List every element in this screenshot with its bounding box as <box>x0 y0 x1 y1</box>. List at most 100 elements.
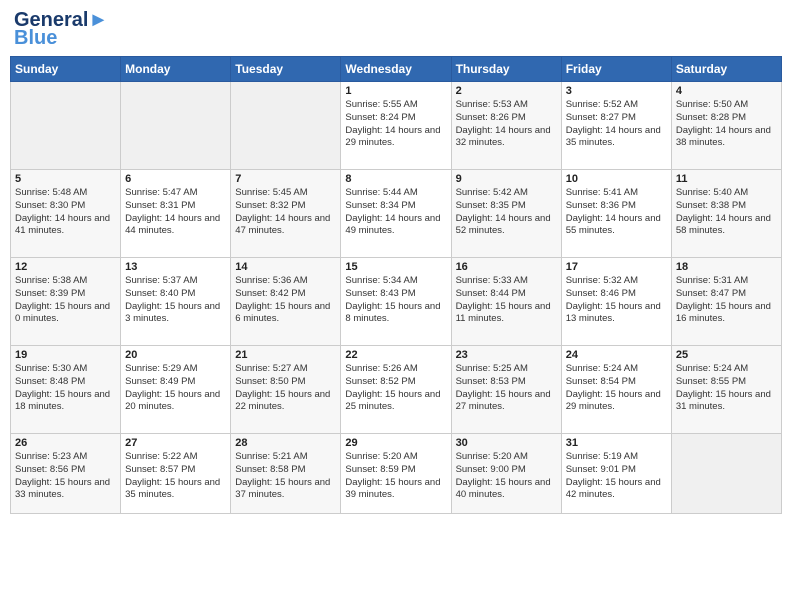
day-info: Sunrise: 5:42 AMSunset: 8:35 PMDaylight:… <box>456 187 557 238</box>
calendar-week-1: 1Sunrise: 5:55 AMSunset: 8:24 PMDaylight… <box>11 82 782 170</box>
calendar-header-monday: Monday <box>121 57 231 82</box>
calendar-cell: 2 Sunrise: 5:53 AMSunset: 8:26 PMDaylight… <box>451 82 561 170</box>
calendar-cell: 9 Sunrise: 5:42 AMSunset: 8:35 PMDaylight… <box>451 170 561 258</box>
calendar-cell: 29 Sunrise: 5:20 AMSunset: 8:59 PMDayligh… <box>341 434 451 514</box>
calendar-week-5: 26Sunrise: 5:23 AMSunset: 8:56 PMDayligh… <box>11 434 782 514</box>
day-number: 16 <box>456 261 557 273</box>
page-header: General► Blue <box>10 10 782 48</box>
day-number: 9 <box>456 173 557 185</box>
day-info: Sunrise: 5:34 AMSunset: 8:43 PMDaylight:… <box>345 275 446 326</box>
day-info: Sunrise: 5:48 AMSunset: 8:30 PMDaylight:… <box>15 187 116 238</box>
day-info: Sunrise: 5:22 AMSunset: 8:57 PMDaylight:… <box>125 451 226 502</box>
day-info: Sunrise: 5:38 AMSunset: 8:39 PMDaylight:… <box>15 275 116 326</box>
day-info: Sunrise: 5:26 AMSunset: 8:52 PMDaylight:… <box>345 363 446 414</box>
calendar-cell: 28 Sunrise: 5:21 AMSunset: 8:58 PMDayligh… <box>231 434 341 514</box>
calendar-cell: 30Sunrise: 5:20 AMSunset: 9:00 PMDayligh… <box>451 434 561 514</box>
day-info: Sunrise: 5:36 AMSunset: 8:42 PMDaylight:… <box>235 275 336 326</box>
calendar-cell: 6 Sunrise: 5:47 AMSunset: 8:31 PMDaylight… <box>121 170 231 258</box>
day-number: 12 <box>15 261 116 273</box>
calendar-cell: 14 Sunrise: 5:36 AMSunset: 8:42 PMDayligh… <box>231 258 341 346</box>
calendar-cell: 13Sunrise: 5:37 AMSunset: 8:40 PMDayligh… <box>121 258 231 346</box>
calendar-table: SundayMondayTuesdayWednesdayThursdayFrid… <box>10 56 782 514</box>
day-number: 4 <box>676 85 777 97</box>
day-info: Sunrise: 5:25 AMSunset: 8:53 PMDaylight:… <box>456 363 557 414</box>
day-info: Sunrise: 5:31 AMSunset: 8:47 PMDaylight:… <box>676 275 777 326</box>
calendar-cell: 16Sunrise: 5:33 AMSunset: 8:44 PMDayligh… <box>451 258 561 346</box>
calendar-cell: 31 Sunrise: 5:19 AMSunset: 9:01 PMDayligh… <box>561 434 671 514</box>
calendar-cell: 27 Sunrise: 5:22 AMSunset: 8:57 PMDayligh… <box>121 434 231 514</box>
logo-blue: Blue <box>14 28 57 48</box>
logo: General► Blue <box>14 10 108 48</box>
day-number: 30 <box>456 437 557 449</box>
day-number: 11 <box>676 173 777 185</box>
calendar-cell: 7Sunrise: 5:45 AMSunset: 8:32 PMDaylight… <box>231 170 341 258</box>
day-info: Sunrise: 5:21 AMSunset: 8:58 PMDaylight:… <box>235 451 336 502</box>
calendar-week-2: 5 Sunrise: 5:48 AMSunset: 8:30 PMDaylight… <box>11 170 782 258</box>
calendar-header-friday: Friday <box>561 57 671 82</box>
calendar-cell <box>671 434 781 514</box>
day-info: Sunrise: 5:52 AMSunset: 8:27 PMDaylight:… <box>566 99 667 150</box>
day-info: Sunrise: 5:53 AMSunset: 8:26 PMDaylight:… <box>456 99 557 150</box>
day-info: Sunrise: 5:24 AMSunset: 8:55 PMDaylight:… <box>676 363 777 414</box>
calendar-cell: 12 Sunrise: 5:38 AMSunset: 8:39 PMDayligh… <box>11 258 121 346</box>
calendar-cell: 3Sunrise: 5:52 AMSunset: 8:27 PMDaylight… <box>561 82 671 170</box>
day-number: 28 <box>235 437 336 449</box>
day-info: Sunrise: 5:19 AMSunset: 9:01 PMDaylight:… <box>566 451 667 502</box>
day-number: 15 <box>345 261 446 273</box>
day-info: Sunrise: 5:45 AMSunset: 8:32 PMDaylight:… <box>235 187 336 238</box>
calendar-cell: 17 Sunrise: 5:32 AMSunset: 8:46 PMDayligh… <box>561 258 671 346</box>
calendar-cell: 23 Sunrise: 5:25 AMSunset: 8:53 PMDayligh… <box>451 346 561 434</box>
day-number: 21 <box>235 349 336 361</box>
day-info: Sunrise: 5:30 AMSunset: 8:48 PMDaylight:… <box>15 363 116 414</box>
day-number: 6 <box>125 173 226 185</box>
day-number: 2 <box>456 85 557 97</box>
day-info: Sunrise: 5:41 AMSunset: 8:36 PMDaylight:… <box>566 187 667 238</box>
calendar-cell: 18 Sunrise: 5:31 AMSunset: 8:47 PMDayligh… <box>671 258 781 346</box>
calendar-cell: 11 Sunrise: 5:40 AMSunset: 8:38 PMDayligh… <box>671 170 781 258</box>
calendar-week-4: 19 Sunrise: 5:30 AMSunset: 8:48 PMDayligh… <box>11 346 782 434</box>
day-info: Sunrise: 5:24 AMSunset: 8:54 PMDaylight:… <box>566 363 667 414</box>
day-number: 10 <box>566 173 667 185</box>
day-info: Sunrise: 5:29 AMSunset: 8:49 PMDaylight:… <box>125 363 226 414</box>
day-number: 14 <box>235 261 336 273</box>
day-number: 19 <box>15 349 116 361</box>
day-number: 1 <box>345 85 446 97</box>
day-info: Sunrise: 5:44 AMSunset: 8:34 PMDaylight:… <box>345 187 446 238</box>
day-info: Sunrise: 5:32 AMSunset: 8:46 PMDaylight:… <box>566 275 667 326</box>
calendar-cell: 22Sunrise: 5:26 AMSunset: 8:52 PMDayligh… <box>341 346 451 434</box>
day-info: Sunrise: 5:47 AMSunset: 8:31 PMDaylight:… <box>125 187 226 238</box>
calendar-cell: 4Sunrise: 5:50 AMSunset: 8:28 PMDaylight… <box>671 82 781 170</box>
day-info: Sunrise: 5:20 AMSunset: 8:59 PMDaylight:… <box>345 451 446 502</box>
calendar-cell: 1Sunrise: 5:55 AMSunset: 8:24 PMDaylight… <box>341 82 451 170</box>
day-number: 29 <box>345 437 446 449</box>
day-number: 5 <box>15 173 116 185</box>
day-number: 8 <box>345 173 446 185</box>
calendar-cell: 26Sunrise: 5:23 AMSunset: 8:56 PMDayligh… <box>11 434 121 514</box>
day-number: 31 <box>566 437 667 449</box>
day-number: 18 <box>676 261 777 273</box>
calendar-header-row: SundayMondayTuesdayWednesdayThursdayFrid… <box>11 57 782 82</box>
day-number: 25 <box>676 349 777 361</box>
calendar-cell: 10 Sunrise: 5:41 AMSunset: 8:36 PMDayligh… <box>561 170 671 258</box>
calendar-header-tuesday: Tuesday <box>231 57 341 82</box>
calendar-cell: 5 Sunrise: 5:48 AMSunset: 8:30 PMDaylight… <box>11 170 121 258</box>
calendar-cell: 8 Sunrise: 5:44 AMSunset: 8:34 PMDaylight… <box>341 170 451 258</box>
calendar-week-3: 12 Sunrise: 5:38 AMSunset: 8:39 PMDayligh… <box>11 258 782 346</box>
calendar-cell <box>11 82 121 170</box>
day-number: 13 <box>125 261 226 273</box>
day-number: 26 <box>15 437 116 449</box>
calendar-header-saturday: Saturday <box>671 57 781 82</box>
calendar-cell <box>231 82 341 170</box>
calendar-body: 1Sunrise: 5:55 AMSunset: 8:24 PMDaylight… <box>11 82 782 514</box>
calendar-cell: 15 Sunrise: 5:34 AMSunset: 8:43 PMDayligh… <box>341 258 451 346</box>
calendar-cell: 21Sunrise: 5:27 AMSunset: 8:50 PMDayligh… <box>231 346 341 434</box>
day-number: 17 <box>566 261 667 273</box>
day-number: 23 <box>456 349 557 361</box>
day-number: 27 <box>125 437 226 449</box>
calendar-header-sunday: Sunday <box>11 57 121 82</box>
calendar-cell: 20 Sunrise: 5:29 AMSunset: 8:49 PMDayligh… <box>121 346 231 434</box>
day-number: 24 <box>566 349 667 361</box>
calendar-cell: 19 Sunrise: 5:30 AMSunset: 8:48 PMDayligh… <box>11 346 121 434</box>
day-number: 20 <box>125 349 226 361</box>
day-info: Sunrise: 5:40 AMSunset: 8:38 PMDaylight:… <box>676 187 777 238</box>
